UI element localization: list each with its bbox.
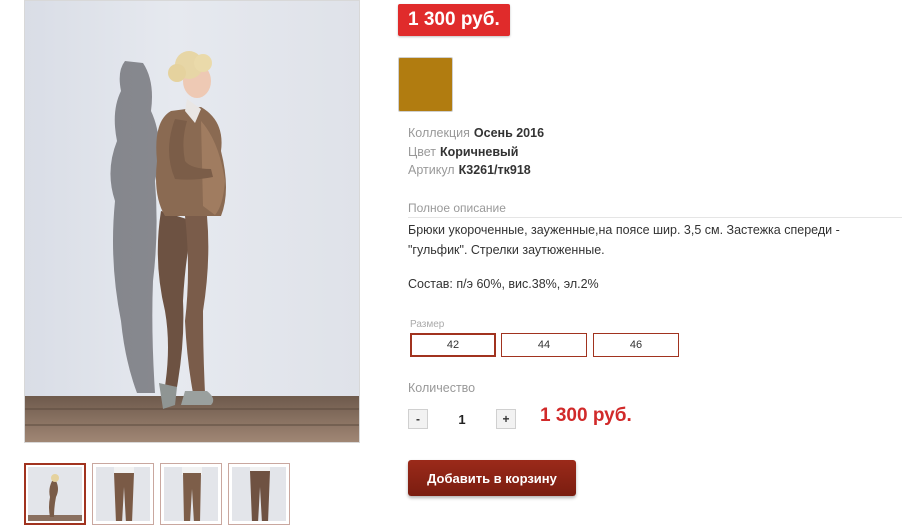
meta-article: Артикул К3261/тк918 [408,161,531,179]
thumbnail-1[interactable] [24,463,86,525]
description-divider [408,217,902,218]
total-price: 1 300 руб. [540,405,632,426]
size-option-44[interactable]: 44 [501,333,587,357]
price-badge: 1 300 руб. [398,4,510,36]
size-option-42[interactable]: 42 [410,333,496,357]
thumbnail-image [232,467,286,521]
meta-label: Цвет [408,145,437,159]
quantity-input[interactable] [440,409,484,429]
thumbnail-4[interactable] [228,463,290,525]
quantity-label: Количество [408,381,476,395]
composition-text: Состав: п/э 60%, вис.38%, эл.2% [408,277,599,291]
size-option-46[interactable]: 46 [593,333,679,357]
model-photo-illustration [25,51,359,442]
meta-label: Артикул [408,163,455,177]
thumbnail-image [28,467,82,521]
description-text: Брюки укороченные, зауженные,на поясе ши… [408,223,840,257]
meta-label: Коллекция [408,126,470,140]
thumbnail-2[interactable] [92,463,154,525]
main-product-photo[interactable] [24,0,360,443]
meta-value: К3261/тк918 [458,163,531,177]
quantity-decrease-button[interactable]: - [408,409,428,429]
quantity-increase-button[interactable]: + [496,409,516,429]
color-swatch[interactable] [398,57,453,112]
thumbnail-image [96,467,150,521]
meta-value: Коричневый [440,145,519,159]
meta-color: Цвет Коричневый [408,143,518,161]
thumbnail-3[interactable] [160,463,222,525]
meta-collection: Коллекция Осень 2016 [408,124,544,142]
add-to-cart-button[interactable]: Добавить в корзину [408,460,576,496]
thumbnail-image [164,467,218,521]
meta-value: Осень 2016 [473,126,545,140]
size-label: Размер [410,319,445,330]
description-label: Полное описание [408,201,506,215]
